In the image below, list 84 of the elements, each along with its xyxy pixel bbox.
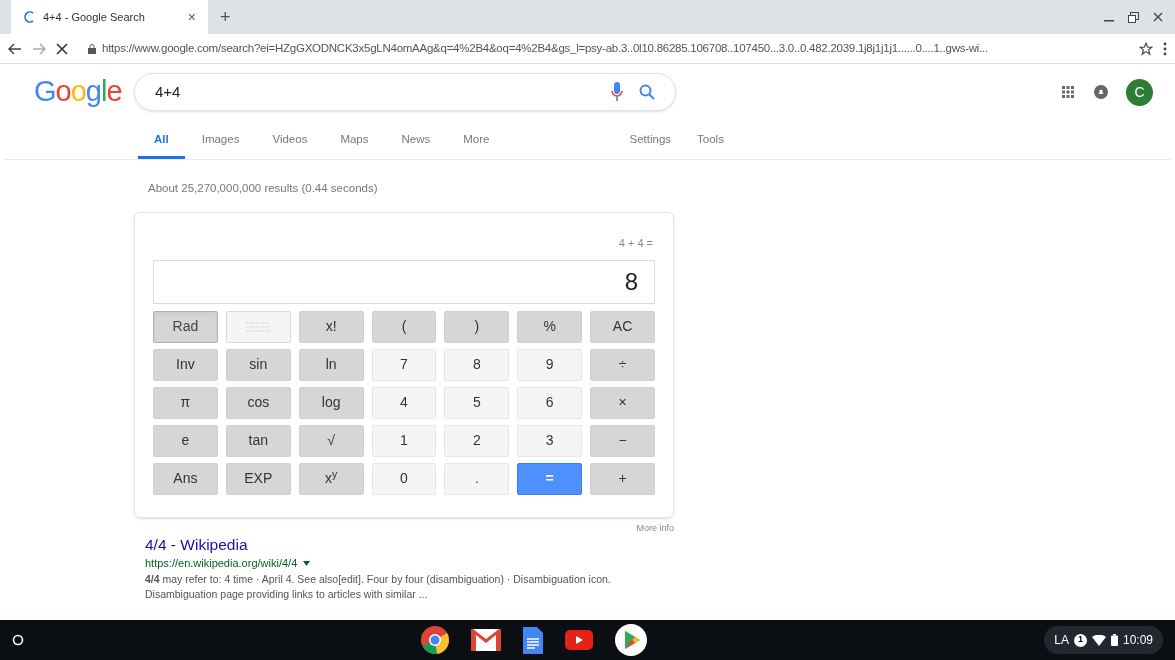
calculator-key[interactable]: + [590,462,655,495]
dotted-key[interactable] [225,310,291,343]
microphone-icon[interactable] [611,82,623,102]
address-field[interactable]: https://www.google.com/search?ei=HZgGXODNCK3x5gLN4omAAg&q=4%2B4&oq=4%2B4&gs_l=psy-ab.3..0l10.86285.106708..107450...3.0..0.482.2039.1j8j1j1j1......0....1..gws-wi... [78,36,1129,61]
search-tab[interactable]: All [138,123,185,159]
search-tab[interactable]: More [447,123,506,159]
back-icon[interactable] [8,42,22,55]
tab-title: 4+4 - Google Search [43,9,146,25]
calculator-key[interactable]: − [590,424,655,457]
dropdown-caret-icon[interactable] [303,561,311,566]
calculator-key[interactable]: . [444,462,510,495]
calculator-key[interactable]: 3 [517,424,583,457]
calculator-key[interactable]: 9 [517,348,583,381]
search-icon[interactable] [639,84,655,100]
calculator-key[interactable]: Ans [153,462,218,495]
close-icon[interactable] [1153,12,1163,22]
url-text: https://www.google.com/search?ei=HZgGXODNCK3x5gLN4omAAg&q=4%2B4&oq=4%2B4&gs_l=psy-ab.3..0l10.86285.106708..107450...3.0..0.482.2039.1j8j1j1j1......0....1..gws-wi... [102,40,988,56]
apps-grid-icon[interactable] [1062,86,1074,98]
calculator-key[interactable]: 0 [371,462,437,495]
browser-tab[interactable]: 4+4 - Google Search × [8,0,208,34]
result-title-link[interactable]: 4/4 - Wikipedia [145,535,700,556]
calculator-key[interactable]: EXP [225,462,291,495]
dots-icon [245,320,272,333]
calculator-key[interactable]: 7 [371,348,437,381]
calculator-key[interactable]: x! [298,310,364,343]
notification-count: 1 [1073,633,1087,647]
search-tool-link[interactable]: Tools [684,123,737,159]
calculator-expression: 4 + 4 = [617,236,654,252]
calculator-key[interactable]: ln [298,348,364,381]
chrome-icon[interactable] [421,626,450,654]
launcher-icon[interactable] [12,634,24,646]
calculator-key[interactable]: ) [444,310,510,343]
tab-close-button[interactable]: × [187,6,196,28]
star-icon[interactable] [1139,41,1153,56]
calculator-key[interactable]: % [517,310,583,343]
play-store-icon[interactable] [615,624,648,656]
notifications-icon[interactable] [1094,85,1108,99]
video-play-icon[interactable] [565,630,594,650]
document-icon[interactable] [523,626,544,654]
search-tab[interactable]: News [385,123,447,159]
calculator-key[interactable]: 8 [444,348,510,381]
calculator-key[interactable]: Inv [153,348,218,381]
stop-icon[interactable] [56,42,68,55]
google-logo[interactable]: Google [34,70,134,114]
calculator-key[interactable]: 1 [371,424,437,457]
search-tab[interactable]: Maps [324,123,385,159]
calculator-key[interactable]: 2 [444,424,510,457]
calculator-key[interactable]: sin [225,348,291,381]
calculator-key[interactable]: x$^{y}$ [298,462,364,495]
calculator-key[interactable]: π [153,386,218,419]
status-area[interactable]: LA 1 10:09 [1044,626,1163,654]
wifi-icon [1091,634,1106,646]
new-tab-button[interactable]: + [208,0,243,34]
calculator-key[interactable]: e [153,424,218,457]
calculator-key[interactable]: 4 [371,386,437,419]
result-stats: About 25,270,000,000 results (0.44 seconds) [148,181,379,196]
search-tab[interactable]: Videos [256,123,324,159]
calculator-key[interactable]: 6 [517,386,583,419]
input-method-label: LA [1054,632,1069,649]
calculator-key[interactable]: ( [371,310,437,343]
calculator-key[interactable]: 5 [444,386,510,419]
calculator-key[interactable]: cos [225,386,291,419]
loading-spinner-icon [23,11,35,23]
menu-icon[interactable] [1163,41,1167,56]
result-url: https://en.wikipedia.org/wiki/4/4 [145,556,298,572]
search-query: 4+4 [155,81,182,102]
search-tool-link[interactable]: Settings [616,123,685,159]
calculator-key[interactable]: × [590,386,655,419]
calculator-key[interactable]: Rad [153,310,218,343]
result-snippet: 4/4 may refer to: 4 time · April 4. See also[edit]. Four by four (disambiguation) · Disambiguation icon. Disambiguation page providing links to articles with similar ... [145,571,612,602]
restore-icon[interactable] [1128,11,1139,23]
account-avatar[interactable]: C [1126,78,1153,106]
calculator-key[interactable]: ÷ [590,348,655,381]
calculator-key[interactable]: tan [225,424,291,457]
more-info-link[interactable]: More info [636,521,674,536]
clock-time: 10:09 [1122,632,1153,649]
battery-icon [1110,634,1118,646]
mail-icon[interactable] [471,629,502,651]
calculator-key[interactable]: AC [590,310,655,343]
calculator-display: 8 [153,259,655,304]
calculator-key[interactable]: log [298,386,364,419]
search-tab[interactable]: Images [185,123,256,159]
lock-icon [88,43,96,54]
calculator-key[interactable]: √ [298,424,364,457]
